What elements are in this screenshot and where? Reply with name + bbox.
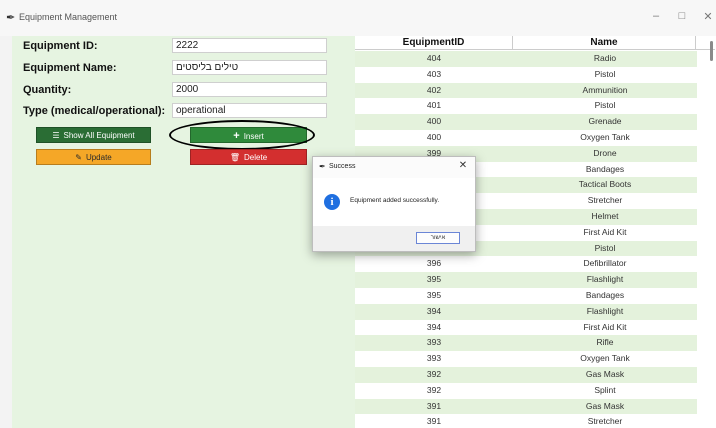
column-header-empty — [696, 36, 710, 50]
cell-name: Oxygen Tank — [580, 131, 630, 142]
cell-name: Flashlight — [586, 274, 624, 285]
table-row[interactable]: 393 Rifle — [355, 335, 697, 352]
cell-equipment-id: 400 — [426, 131, 442, 142]
cell-equipment-id: 400 — [426, 116, 442, 127]
cell-equipment-id: 392 — [426, 368, 442, 379]
cell-equipment-id: 396 — [426, 258, 442, 269]
title-bar: ✒ Equipment Management – □ ✕ — [0, 0, 716, 36]
pencil-icon: ✎ — [75, 153, 82, 162]
cell-name: Splint — [594, 384, 616, 395]
cell-equipment-id: 394 — [426, 305, 442, 316]
table-header: EquipmentID Name — [355, 36, 715, 50]
table-row[interactable]: 402 Ammunition — [355, 82, 697, 99]
equipment-id-label: Equipment ID: — [23, 40, 98, 52]
show-all-label: Show All Equipment — [63, 131, 135, 140]
cell-name: Ammunition — [582, 84, 628, 95]
cell-name: Gas Mask — [585, 368, 625, 379]
cell-equipment-id: 395 — [426, 274, 442, 285]
table-row[interactable]: 400 Oxygen Tank — [355, 129, 697, 146]
cell-equipment-id: 393 — [426, 353, 442, 364]
cell-name: First Aid Kit — [583, 321, 627, 332]
table-row[interactable]: 395 Bandages — [355, 287, 697, 304]
list-icon: ☰ — [52, 131, 60, 140]
quantity-input[interactable] — [172, 82, 327, 97]
type-input[interactable] — [172, 103, 327, 118]
table-row[interactable]: 400 Grenade — [355, 114, 697, 130]
update-label: Update — [85, 153, 112, 162]
cell-name: Defibrillator — [583, 258, 627, 269]
success-dialog: ✒ Success ✕ i Equipment added successful… — [312, 156, 476, 252]
trash-icon: 🗑 — [229, 153, 241, 162]
cell-name: Stretcher — [587, 416, 623, 427]
feather-icon: ✒ — [6, 12, 16, 24]
delete-label: Delete — [244, 153, 268, 162]
cell-equipment-id: 393 — [426, 337, 442, 348]
dialog-footer: אישור — [313, 226, 475, 251]
dialog-ok-button[interactable]: אישור — [416, 232, 460, 244]
cell-equipment-id: 391 — [426, 400, 442, 411]
table-scrollbar[interactable] — [710, 41, 713, 61]
table-row[interactable]: 396 Defibrillator — [355, 256, 697, 273]
table-row[interactable]: 394 Flashlight — [355, 303, 697, 320]
show-all-equipment-button[interactable]: ☰ Show All Equipment — [36, 127, 151, 143]
cell-equipment-id: 403 — [426, 68, 442, 79]
cell-equipment-id: 392 — [426, 384, 442, 395]
table-row[interactable]: 391 Stretcher — [355, 414, 697, 428]
dialog-title: Success — [329, 163, 356, 170]
cell-name: Gas Mask — [585, 400, 625, 411]
table-row[interactable]: 391 Gas Mask — [355, 398, 697, 415]
column-header-equipment-id[interactable]: EquipmentID — [355, 36, 513, 50]
minimize-button[interactable]: – — [647, 10, 665, 22]
feather-icon: ✒ — [319, 162, 326, 171]
maximize-button[interactable]: □ — [673, 10, 691, 22]
dialog-message: Equipment added successfully. — [350, 197, 440, 204]
cell-equipment-id: 391 — [426, 416, 442, 427]
cell-name: Bandages — [585, 289, 625, 300]
delete-button[interactable]: 🗑 Delete — [190, 149, 307, 165]
cell-equipment-id: 402 — [426, 84, 442, 95]
window-title: Equipment Management — [19, 12, 118, 22]
cell-name: Pistol — [594, 68, 616, 79]
cell-name: Drone — [593, 147, 617, 158]
update-button[interactable]: ✎ Update — [36, 149, 151, 165]
table-row[interactable]: 394 First Aid Kit — [355, 319, 697, 336]
dialog-body: i Equipment added successfully. — [313, 178, 475, 226]
equipment-id-input[interactable] — [172, 38, 327, 53]
info-icon: i — [324, 194, 340, 210]
equipment-name-label: Equipment Name: — [23, 62, 117, 74]
table-row[interactable]: 392 Gas Mask — [355, 366, 697, 383]
cell-name: Radio — [593, 53, 617, 63]
dialog-close-button[interactable]: ✕ — [456, 160, 470, 171]
table-row[interactable]: 393 Oxygen Tank — [355, 351, 697, 367]
cell-name: Stretcher — [587, 195, 623, 206]
cell-equipment-id: 401 — [426, 100, 442, 111]
cell-name: First Aid Kit — [583, 226, 627, 237]
cell-name: Pistol — [594, 100, 616, 111]
cell-equipment-id: 394 — [426, 321, 442, 332]
table-row[interactable]: 401 Pistol — [355, 98, 697, 115]
cell-name: Grenade — [588, 116, 622, 127]
cell-equipment-id: 395 — [426, 289, 442, 300]
cell-equipment-id: 404 — [426, 53, 442, 63]
cell-name: Tactical Boots — [578, 179, 632, 190]
table-row[interactable]: 395 Flashlight — [355, 272, 697, 288]
close-button[interactable]: ✕ — [699, 10, 716, 23]
cell-name: Rifle — [596, 337, 614, 348]
table-row[interactable]: 403 Pistol — [355, 66, 697, 83]
quantity-label: Quantity: — [23, 84, 72, 96]
table-row[interactable]: 404 Radio — [355, 51, 697, 67]
table-row[interactable]: 392 Splint — [355, 382, 697, 399]
cell-name: Pistol — [594, 242, 616, 253]
type-label: Type (medical/operational): — [23, 105, 166, 117]
equipment-form-panel: Equipment ID: Equipment Name: Quantity: … — [12, 36, 357, 428]
insert-highlight-ring — [169, 120, 315, 150]
cell-name: Oxygen Tank — [580, 353, 630, 364]
cell-name: Flashlight — [586, 305, 624, 316]
equipment-name-input[interactable] — [172, 60, 327, 75]
cell-name: Bandages — [585, 163, 625, 174]
column-header-name[interactable]: Name — [513, 36, 696, 50]
cell-name: Helmet — [591, 210, 619, 221]
